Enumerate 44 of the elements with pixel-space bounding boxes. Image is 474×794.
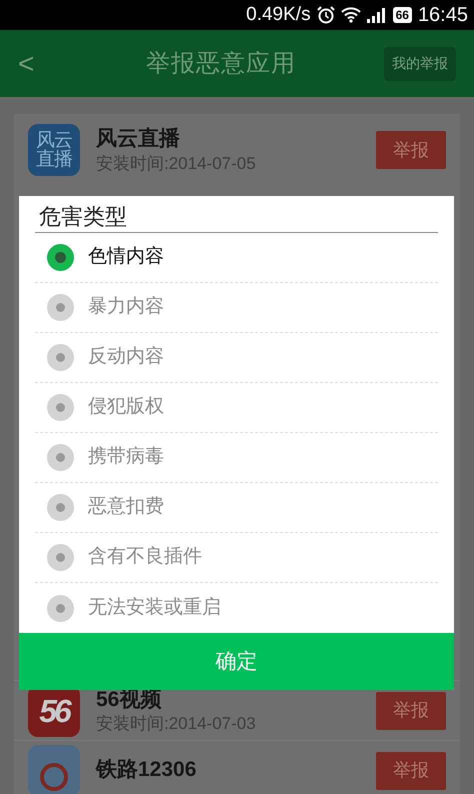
option-label: 暴力内容: [88, 295, 164, 320]
page-title: 举报恶意应用: [146, 48, 296, 78]
dialog-title: 危害类型: [35, 200, 438, 233]
option-item[interactable]: 含有不良插件: [35, 533, 438, 583]
radio-button[interactable]: [47, 594, 74, 622]
radio-button[interactable]: [47, 544, 74, 571]
option-item[interactable]: 反动内容: [35, 333, 438, 383]
battery-indicator: 66: [392, 7, 412, 23]
option-label: 无法安装或重启: [88, 596, 221, 620]
option-item[interactable]: 携带病毒: [35, 433, 438, 483]
radio-button[interactable]: [47, 294, 74, 321]
report-button[interactable]: 举报: [376, 692, 446, 730]
wifi-icon: [340, 7, 361, 23]
network-speed: 0.49K/s: [246, 2, 311, 27]
report-button[interactable]: 举报: [376, 131, 446, 169]
radio-button[interactable]: [47, 444, 74, 471]
radio-button[interactable]: [47, 394, 74, 421]
icon-text: 直播: [36, 150, 72, 169]
alarm-icon: [316, 6, 335, 24]
option-item[interactable]: 暴力内容: [35, 283, 438, 333]
icon-text: 56: [39, 692, 69, 730]
option-item[interactable]: 无法安装或重启: [35, 583, 438, 633]
option-label: 恶意扣费: [88, 495, 164, 520]
app-name: 风云直播: [96, 126, 181, 152]
app-name: 铁路12306: [96, 757, 198, 784]
option-label: 侵犯版权: [88, 395, 164, 420]
option-label: 携带病毒: [88, 445, 164, 470]
icon-text: 风云: [36, 131, 72, 150]
option-item[interactable]: 侵犯版权: [35, 383, 438, 433]
radio-button[interactable]: [47, 344, 74, 371]
option-label: 含有不良插件: [88, 545, 202, 570]
app-icon: [28, 744, 80, 794]
back-button[interactable]: <: [18, 42, 58, 84]
option-label: 反动内容: [88, 345, 164, 370]
option-label: 色情内容: [88, 245, 164, 270]
confirm-button[interactable]: 确定: [19, 633, 454, 690]
radio-button[interactable]: [47, 494, 74, 521]
radio-button[interactable]: [47, 244, 74, 271]
my-reports-button[interactable]: 我的举报: [384, 46, 456, 80]
report-button[interactable]: 举报: [376, 752, 446, 790]
option-item[interactable]: 色情内容: [35, 233, 438, 283]
option-item[interactable]: 恶意扣费: [35, 483, 438, 533]
signal-icon: [366, 7, 387, 23]
clock: 16:45: [418, 3, 468, 28]
